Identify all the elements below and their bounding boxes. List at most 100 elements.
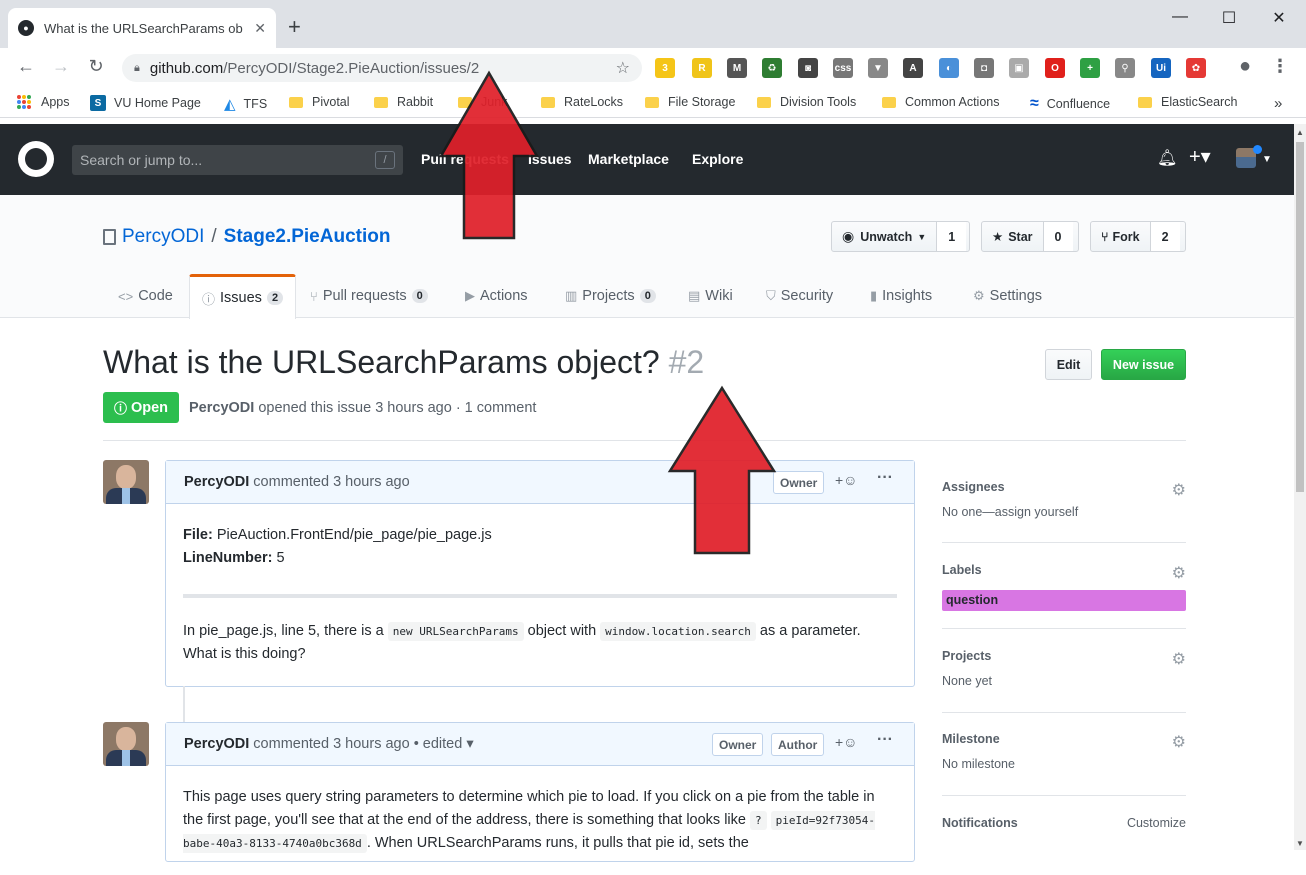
tab-issues[interactable]: ⓘ Issues 2 (189, 274, 297, 319)
star-count[interactable]: 0 (1042, 222, 1073, 251)
ext-plus-icon[interactable]: + (1080, 58, 1100, 78)
bookmark-elasticsearch[interactable]: ElasticSearch (1138, 95, 1237, 109)
minimize-icon[interactable]: — (1168, 8, 1192, 26)
bookmark-pivotal[interactable]: Pivotal (289, 95, 350, 109)
sidebar-heading: Projects (942, 649, 992, 663)
fork-button[interactable]: ⑂ Fork 2 (1090, 221, 1186, 252)
plus-dropdown-icon[interactable]: +▾ (1189, 144, 1211, 169)
bell-icon[interactable]: 🔔︎ (1157, 148, 1177, 168)
repo-separator: / (211, 226, 217, 247)
bookmark-ratelocks[interactable]: RateLocks (541, 95, 623, 109)
nav-marketplace[interactable]: Marketplace (588, 151, 669, 167)
bookmark-tfs[interactable]: ◭ TFS (224, 95, 267, 113)
bookmark-star-icon[interactable]: ☆ (616, 58, 630, 78)
comment-author-link[interactable]: PercyODI (184, 736, 249, 752)
watch-button[interactable]: ◉ Unwatch ▼ 1 (831, 221, 970, 252)
ext-camera-icon[interactable]: ◘ (974, 58, 994, 78)
ext-m-icon[interactable]: M (727, 58, 747, 78)
ext-ui-icon[interactable]: Ui (1151, 58, 1171, 78)
label-question[interactable]: question (942, 590, 1186, 611)
back-icon[interactable]: ← (14, 56, 38, 77)
fork-count[interactable]: 2 (1149, 222, 1180, 251)
page-scrollbar[interactable]: ▲ ▼ (1294, 124, 1306, 850)
watch-count[interactable]: 1 (936, 222, 967, 251)
line-value: 5 (276, 550, 285, 566)
repo-owner-link[interactable]: PercyODI (122, 226, 204, 248)
chevron-down-icon[interactable]: ▼ (1262, 154, 1272, 165)
more-options-icon[interactable]: ··· (877, 731, 893, 749)
folder-icon (374, 96, 388, 108)
author-badge: Author (771, 733, 825, 756)
code-icon: <> (118, 288, 134, 304)
ext-r-icon[interactable]: R (692, 58, 712, 78)
profile-icon[interactable]: ● (1233, 55, 1257, 78)
forward-icon[interactable]: → (49, 56, 73, 77)
bookmark-rabbit[interactable]: Rabbit (374, 95, 433, 109)
comment-author-link[interactable]: PercyODI (184, 474, 249, 490)
annotation-arrow-up-icon (667, 385, 777, 555)
add-reaction-icon[interactable]: +☺ (835, 734, 857, 750)
bookmark-confluence[interactable]: ≈ Confluence (1030, 95, 1110, 113)
avatar[interactable] (103, 460, 149, 504)
gear-icon[interactable]: ⚙ (1172, 649, 1186, 669)
tab-projects[interactable]: ▥ Projects 0 (565, 274, 656, 318)
github-logo-icon[interactable] (18, 141, 54, 177)
tab-code[interactable]: <> Code (118, 274, 173, 318)
ext-recycle-icon[interactable]: ♻ (762, 58, 782, 78)
nav-explore[interactable]: Explore (692, 151, 743, 167)
ext-v-icon[interactable]: ▼ (868, 58, 888, 78)
repo-name-link[interactable]: Stage2.PieAuction (224, 226, 391, 248)
ext-css-icon[interactable]: css (833, 58, 853, 78)
bookmark--[interactable]: » (1274, 95, 1282, 112)
scrollbar-thumb[interactable] (1296, 142, 1304, 492)
bookmark-division-tools[interactable]: Division Tools (757, 95, 856, 109)
tab-insights[interactable]: ▮ Insights (870, 274, 932, 318)
customize-link[interactable]: Customize (1127, 816, 1186, 830)
tab-security[interactable]: ⛉ Security (766, 274, 833, 318)
more-options-icon[interactable]: ··· (877, 469, 893, 487)
gear-icon[interactable]: ⚙ (1172, 732, 1186, 752)
reload-icon[interactable]: ↻ (84, 56, 108, 77)
issue-author-link[interactable]: PercyODI (189, 400, 254, 416)
bookmark-label: Division Tools (780, 95, 857, 109)
avatar[interactable] (103, 722, 149, 766)
line-label: LineNumber: (183, 550, 273, 566)
ext-search-icon[interactable]: ⚲ (1115, 58, 1135, 78)
address-bar[interactable]: 🔒︎ github.com/PercyODI/Stage2.PieAuction… (122, 54, 642, 82)
tab-wiki[interactable]: ▤ Wiki (688, 274, 733, 318)
comment-time[interactable]: commented 3 hours ago • edited ▾ (253, 736, 473, 752)
star-button[interactable]: ★ Star 0 (981, 221, 1079, 252)
tab-actions[interactable]: ▶ Actions (465, 274, 528, 318)
ext-a-icon[interactable]: A (903, 58, 923, 78)
bookmark-file-storage[interactable]: File Storage (645, 95, 735, 109)
close-window-icon[interactable]: ✕ (1267, 8, 1291, 28)
ext-opera-icon[interactable]: O (1045, 58, 1065, 78)
scroll-down-icon[interactable]: ▼ (1296, 839, 1304, 848)
bookmark-common-actions[interactable]: Common Actions (882, 95, 999, 109)
tab-label: Pull requests (322, 288, 407, 304)
ext-color-icon[interactable]: ✿ (1186, 58, 1206, 78)
ext-badge-icon[interactable]: 3 (655, 58, 675, 78)
bookmark-label: Apps (41, 95, 70, 109)
maximize-icon[interactable]: ☐ (1217, 8, 1241, 28)
new-issue-button[interactable]: New issue (1101, 349, 1186, 380)
bookmark-apps[interactable]: Apps (17, 95, 70, 109)
comment-time[interactable]: commented 3 hours ago (253, 474, 409, 490)
tab-pull-requests[interactable]: ⑂ Pull requests 0 (310, 274, 428, 318)
edit-button[interactable]: Edit (1045, 349, 1092, 380)
ext-book-icon[interactable]: ▣ (1009, 58, 1029, 78)
scroll-up-icon[interactable]: ▲ (1296, 128, 1304, 137)
gear-icon[interactable]: ⚙ (1172, 480, 1186, 500)
browser-tab[interactable]: ● What is the URLSearchParams ob ✕ (8, 8, 276, 48)
ext-shield-icon[interactable]: ◙ (798, 58, 818, 78)
gear-icon[interactable]: ⚙ (1172, 563, 1186, 583)
ext-circle-icon[interactable]: ◐ (939, 58, 959, 78)
chrome-menu-icon[interactable]: ⋮ (1268, 56, 1292, 77)
new-tab-button[interactable]: + (288, 14, 301, 40)
assign-yourself-link[interactable]: No one—assign yourself (942, 505, 1186, 519)
bookmark-vu-home-page[interactable]: S VU Home Page (90, 95, 201, 111)
tab-settings[interactable]: ⚙ Settings (973, 274, 1042, 318)
tab-close-icon[interactable]: ✕ (254, 20, 266, 37)
search-input[interactable]: Search or jump to... / (72, 145, 403, 175)
add-reaction-icon[interactable]: +☺ (835, 472, 857, 488)
